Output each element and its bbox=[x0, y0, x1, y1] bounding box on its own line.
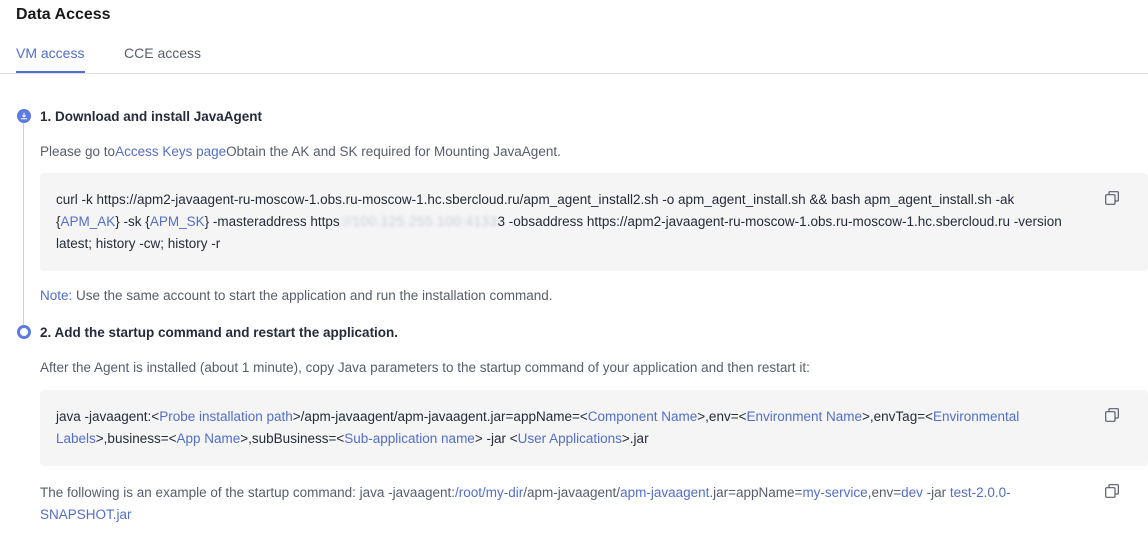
code-text: >.jar bbox=[621, 431, 649, 446]
example-text: -jar bbox=[922, 485, 950, 500]
example-root-dir: /root/my-dir bbox=[454, 485, 524, 500]
copy-icon[interactable] bbox=[1105, 408, 1119, 422]
env-labels-placeholder: Environmental bbox=[932, 409, 1020, 424]
code-text: curl -k https://apm2-javaagent-ru-moscow… bbox=[56, 192, 1015, 207]
startup-command-example: The following is an example of the start… bbox=[40, 482, 1070, 526]
code-text: >,envTag=< bbox=[862, 409, 933, 424]
code-text: } -masteraddress https bbox=[204, 214, 340, 229]
download-icon bbox=[17, 109, 31, 123]
example-text: ,env= bbox=[867, 485, 902, 500]
app-name-placeholder: App Name bbox=[176, 431, 241, 446]
note-text: Use the same account to start the applic… bbox=[72, 288, 553, 303]
code-text: } -sk { bbox=[115, 214, 150, 229]
apm-ak-placeholder: APM_AK bbox=[60, 214, 116, 229]
user-applications-placeholder: User Applications bbox=[517, 431, 622, 446]
step1-desc-suffix: Obtain the AK and SK required for Mounti… bbox=[226, 144, 561, 159]
sub-app-name-placeholder: Sub-application name bbox=[344, 431, 475, 446]
step1-note: Note: Use the same account to start the … bbox=[40, 288, 553, 303]
code-text: >,env=< bbox=[697, 409, 747, 424]
code-text: java -javaagent:< bbox=[56, 409, 160, 424]
install-command-block: curl -k https://apm2-javaagent-ru-moscow… bbox=[40, 173, 1148, 271]
copy-icon[interactable] bbox=[1105, 484, 1119, 498]
example-app-name: my-service bbox=[802, 485, 868, 500]
code-line: curl -k https://apm2-javaagent-ru-moscow… bbox=[56, 189, 1078, 211]
example-test-jar: test-2.0.0- bbox=[949, 485, 1011, 500]
access-keys-link[interactable]: Access Keys page bbox=[115, 144, 226, 159]
step1-title: 1. Download and install JavaAgent bbox=[40, 109, 263, 124]
example-jar-name: apm-javaagent bbox=[620, 485, 710, 500]
active-tab-indicator bbox=[16, 71, 85, 73]
example-text: .jar=appName= bbox=[709, 485, 803, 500]
code-line: latest; history -cw; history -r bbox=[56, 233, 1078, 255]
example-text: The following is an example of the start… bbox=[40, 485, 455, 500]
component-name-placeholder: Component Name bbox=[587, 409, 698, 424]
copy-icon[interactable] bbox=[1105, 191, 1119, 205]
code-text: >,business=< bbox=[95, 431, 177, 446]
tab-cce-access[interactable]: CCE access bbox=[124, 45, 201, 61]
env-labels-placeholder: Labels bbox=[56, 431, 96, 446]
code-text: > -jar < bbox=[474, 431, 518, 446]
tab-vm-access[interactable]: VM access bbox=[16, 45, 84, 61]
step2-indicator bbox=[17, 325, 31, 339]
page-title: Data Access bbox=[16, 6, 111, 23]
step2-title: 2. Add the startup command and restart t… bbox=[40, 325, 399, 340]
masked-address: ://100.125.255.100:4133 bbox=[339, 214, 498, 229]
step1-desc-prefix: Please go to bbox=[40, 144, 116, 159]
note-label: Note: bbox=[40, 288, 73, 303]
steps-timeline-line bbox=[23, 123, 24, 325]
apm-sk-placeholder: APM_SK bbox=[149, 214, 205, 229]
code-text: >,subBusiness=< bbox=[240, 431, 345, 446]
example-text: /apm-javaagent/ bbox=[523, 485, 621, 500]
step1-description: Please go toAccess Keys pageObtain the A… bbox=[40, 144, 561, 159]
code-line: {APM_AK} -sk {APM_SK} -masteraddress htt… bbox=[56, 211, 1078, 233]
step2-description: After the Agent is installed (about 1 mi… bbox=[40, 360, 810, 375]
code-text: >/apm-javaagent/apm-javaagent.jar=appNam… bbox=[292, 409, 588, 424]
example-env: dev bbox=[901, 485, 923, 500]
example-test-jar: SNAPSHOT.jar bbox=[40, 507, 132, 522]
probe-path-placeholder: Probe installation path bbox=[159, 409, 293, 424]
environment-name-placeholder: Environment Name bbox=[746, 409, 863, 424]
code-text: 3 -obsaddress https://apm2-javaagent-ru-… bbox=[497, 214, 1062, 229]
code-text: latest; history -cw; history -r bbox=[56, 236, 221, 251]
tab-bar: VM access CCE access bbox=[0, 42, 1148, 74]
startup-command-block: java -javaagent:<Probe installation path… bbox=[40, 390, 1148, 466]
